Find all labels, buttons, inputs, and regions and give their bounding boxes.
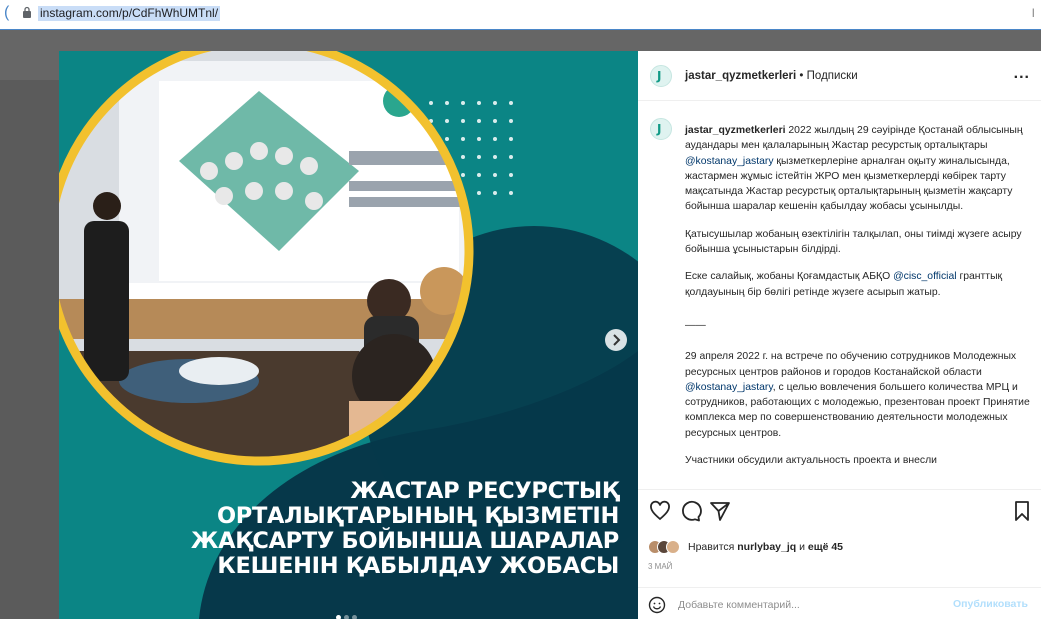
url-text[interactable]: instagram.com/p/CdFhWhUMTnl/: [38, 6, 221, 21]
caption-text: Еске салайық, жобаны Қоғамдастық АБҚО: [685, 271, 894, 283]
caption-paragraph: Қатысушылар жобаның өзектілігін талқылап…: [685, 228, 1022, 256]
slide-dot: [336, 615, 341, 619]
slide-indicator: [336, 607, 360, 619]
comment-input[interactable]: [678, 596, 938, 614]
slide-dot: [352, 615, 357, 619]
caption-paragraph: Еске салайық, жобаны Қоғамдастық АБҚО @c…: [685, 269, 1030, 300]
headline-line: КЕШЕНІН ҚАБЫЛДАУ ЖОБАСЫ: [217, 553, 619, 579]
caption-paragraph: 29 апреля 2022 г. на встрече по обучению…: [685, 349, 1030, 441]
lock-icon: [23, 6, 31, 18]
liker-username[interactable]: nurlybay_jq: [737, 541, 796, 553]
headline-line: ОРТАЛЫҚТАРЫНЫҢ ҚЫЗМЕТІН: [216, 503, 619, 529]
heart-icon[interactable]: [648, 499, 672, 523]
caption-username[interactable]: jastar_qyzmetkerleri: [685, 125, 786, 136]
caption-paragraph: Участники обсудили актуальность проекта …: [685, 455, 937, 467]
post-modal: ЖАСТАР РЕСУРСТЫҚ ОРТАЛЫҚТАРЫНЫҢ ҚЫЗМЕТІН…: [59, 51, 1041, 619]
avatar-logo-icon: J: [657, 122, 662, 136]
caption-divider: ——: [685, 319, 706, 331]
mention-link[interactable]: @kostanay_jastary: [685, 382, 773, 393]
liker-avatar: [666, 540, 680, 554]
post-date: 3 МАЙ: [648, 562, 673, 571]
post-media[interactable]: ЖАСТАР РЕСУРСТЫҚ ОРТАЛЫҚТАРЫНЫҢ ҚЫЗМЕТІН…: [59, 51, 638, 619]
follow-status[interactable]: Подписки: [807, 70, 858, 82]
avatar-logo-icon: J: [657, 69, 662, 83]
author-avatar[interactable]: J: [650, 65, 672, 87]
back-arrow-icon[interactable]: (: [4, 4, 9, 22]
comment-bar: Опубликовать: [638, 587, 1041, 619]
caption-text: 29 апреля 2022 г. на встрече по обучению…: [685, 351, 1017, 378]
headline-line: ЖАҚСАРТУ БОЙЫНША ШАРАЛАР: [190, 528, 619, 554]
mention-link[interactable]: @cisc_official: [893, 271, 957, 282]
likes-text: Нравится nurlybay_jq и ещё 45: [688, 541, 843, 553]
emoji-icon[interactable]: [648, 596, 666, 614]
post-sidebar: J jastar_qyzmetkerleri • Подписки ... J …: [638, 51, 1041, 619]
likes-count[interactable]: ещё 45: [808, 541, 843, 553]
comment-icon[interactable]: [678, 499, 702, 523]
likes-middle: и: [796, 541, 808, 553]
post-headline: ЖАСТАР РЕСУРСТЫҚ ОРТАЛЫҚТАРЫНЫҢ ҚЫЗМЕТІН…: [159, 479, 619, 579]
next-slide-icon: [613, 334, 621, 346]
post-author-line: jastar_qyzmetkerleri • Подписки: [685, 70, 858, 82]
browser-address-bar[interactable]: ( instagram.com/p/CdFhWhUMTnl/ I: [0, 0, 1041, 30]
post-caption: jastar_qyzmetkerleri 2022 жылдың 29 сәуі…: [685, 123, 1030, 480]
author-username[interactable]: jastar_qyzmetkerleri: [685, 70, 796, 82]
caption-paragraph: jastar_qyzmetkerleri 2022 жылдың 29 сәуі…: [685, 123, 1030, 215]
mention-link[interactable]: @kostanay_jastary: [685, 156, 774, 167]
bookmark-icon[interactable]: [1010, 499, 1034, 523]
separator: •: [796, 70, 807, 82]
share-icon[interactable]: [708, 499, 732, 523]
publish-button[interactable]: Опубликовать: [953, 598, 1028, 610]
next-slide-button[interactable]: [605, 329, 627, 351]
headline-line: ЖАСТАР РЕСУРСТЫҚ: [350, 478, 619, 504]
likes-prefix: Нравится: [688, 541, 738, 553]
post-header: J jastar_qyzmetkerleri • Подписки ...: [638, 51, 1041, 101]
actions-divider: [638, 489, 1041, 490]
more-icon[interactable]: ...: [1014, 65, 1030, 83]
browser-right-glyph: I: [1031, 6, 1035, 20]
post-actions: [646, 499, 1036, 525]
slide-dot: [344, 615, 349, 619]
caption-author-avatar[interactable]: J: [650, 118, 672, 140]
